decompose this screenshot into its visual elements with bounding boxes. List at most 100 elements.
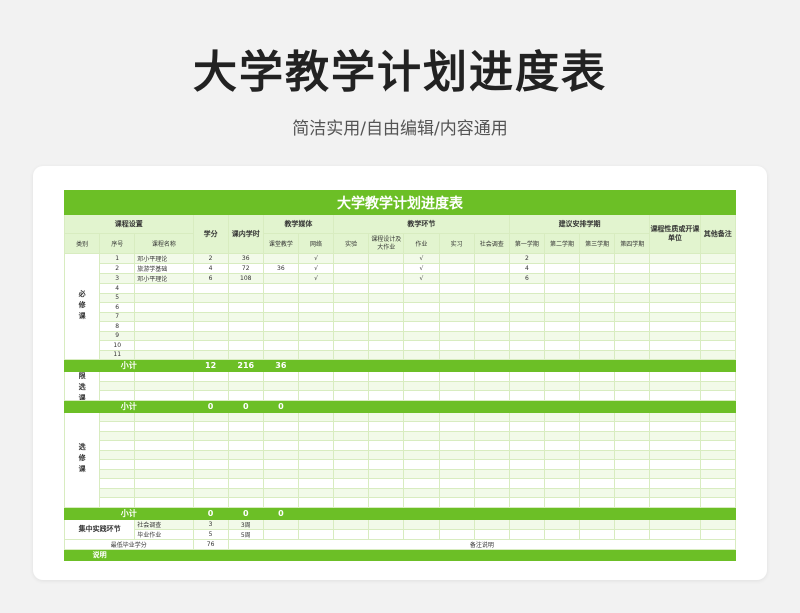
cell[interactable] (579, 440, 616, 451)
cell[interactable] (297, 487, 335, 498)
design-cell[interactable] (368, 302, 405, 313)
cell[interactable] (297, 430, 335, 441)
cell[interactable] (473, 380, 510, 391)
cell[interactable] (699, 459, 737, 470)
cell[interactable] (614, 359, 651, 372)
lecture-cell[interactable] (262, 292, 299, 303)
homework-cell[interactable] (403, 283, 440, 294)
hours-cell[interactable] (227, 311, 264, 322)
cell[interactable] (262, 380, 299, 391)
cell[interactable] (508, 390, 545, 401)
cell[interactable] (614, 459, 651, 470)
cell[interactable] (543, 283, 581, 294)
cell[interactable] (333, 468, 370, 479)
cell[interactable] (543, 371, 581, 382)
cell[interactable] (614, 506, 651, 520)
cell[interactable] (368, 468, 405, 479)
cell[interactable] (227, 459, 264, 470)
cell[interactable] (297, 371, 335, 382)
cell[interactable] (134, 421, 194, 432)
cell[interactable] (192, 371, 229, 382)
cell[interactable] (227, 497, 264, 508)
homework-cell[interactable] (403, 311, 440, 322)
cell[interactable] (134, 487, 194, 498)
online-cell[interactable] (297, 321, 335, 332)
cell[interactable] (649, 340, 701, 351)
cell[interactable] (649, 459, 701, 470)
cell[interactable] (262, 528, 299, 540)
cell[interactable] (368, 528, 405, 540)
cell[interactable] (649, 302, 701, 313)
cell[interactable] (649, 292, 701, 303)
cell[interactable] (333, 528, 370, 540)
cell[interactable] (614, 253, 651, 264)
credit-cell[interactable] (192, 292, 229, 303)
online-cell[interactable]: √ (297, 263, 335, 274)
cell[interactable] (438, 380, 475, 391)
cell[interactable] (543, 263, 581, 274)
cell[interactable] (438, 390, 475, 401)
sem1-cell[interactable] (508, 349, 545, 360)
cell[interactable] (579, 478, 616, 489)
practice-cell[interactable] (438, 292, 475, 303)
cell[interactable] (368, 459, 405, 470)
cell[interactable] (614, 273, 651, 284)
cell[interactable] (438, 399, 475, 413)
cell[interactable] (333, 380, 370, 391)
cell[interactable] (543, 430, 581, 441)
practice-cell[interactable] (438, 311, 475, 322)
cell[interactable] (297, 506, 335, 520)
cell[interactable] (614, 411, 651, 422)
credit-cell[interactable]: 5 (192, 528, 229, 540)
cell[interactable] (333, 430, 370, 441)
design-cell[interactable] (368, 253, 405, 264)
cell[interactable] (699, 340, 737, 351)
cell[interactable] (649, 399, 701, 413)
cell[interactable] (403, 459, 440, 470)
cell[interactable] (192, 380, 229, 391)
cell[interactable] (134, 478, 194, 489)
cell[interactable] (368, 399, 405, 413)
cell[interactable] (699, 430, 737, 441)
cell[interactable] (579, 302, 616, 313)
cell[interactable] (508, 399, 545, 413)
cell[interactable] (134, 449, 194, 460)
hours-cell[interactable]: 72 (227, 263, 264, 274)
sem1-cell[interactable]: 6 (508, 273, 545, 284)
cell[interactable] (579, 359, 616, 372)
cell[interactable] (403, 506, 440, 520)
seq-cell[interactable]: 8 (99, 321, 136, 332)
design-cell[interactable] (368, 273, 405, 284)
cell[interactable] (134, 440, 194, 451)
cell[interactable] (473, 399, 510, 413)
survey-cell[interactable] (473, 302, 510, 313)
cell[interactable] (227, 411, 264, 422)
exp-cell[interactable] (333, 330, 370, 341)
cell[interactable] (579, 487, 616, 498)
cell[interactable] (614, 321, 651, 332)
credit-cell[interactable]: 3 (192, 518, 229, 530)
cell[interactable] (543, 497, 581, 508)
cell[interactable] (699, 321, 737, 332)
cell[interactable] (297, 359, 335, 372)
online-cell[interactable] (297, 330, 335, 341)
cell[interactable] (473, 359, 510, 372)
cell[interactable] (368, 421, 405, 432)
hours-cell[interactable] (227, 283, 264, 294)
cell[interactable] (227, 468, 264, 479)
course-name-cell[interactable]: 旅游学基础 (134, 263, 194, 274)
cell[interactable] (297, 528, 335, 540)
cell[interactable] (508, 528, 545, 540)
cell[interactable] (614, 302, 651, 313)
cell[interactable] (543, 311, 581, 322)
survey-cell[interactable] (473, 340, 510, 351)
cell[interactable] (192, 478, 229, 489)
design-cell[interactable] (368, 340, 405, 351)
online-cell[interactable] (297, 283, 335, 294)
lecture-cell[interactable] (262, 302, 299, 313)
cell[interactable] (543, 359, 581, 372)
cell[interactable] (438, 421, 475, 432)
cell[interactable] (297, 478, 335, 489)
cell[interactable] (368, 371, 405, 382)
cell[interactable] (699, 359, 737, 372)
